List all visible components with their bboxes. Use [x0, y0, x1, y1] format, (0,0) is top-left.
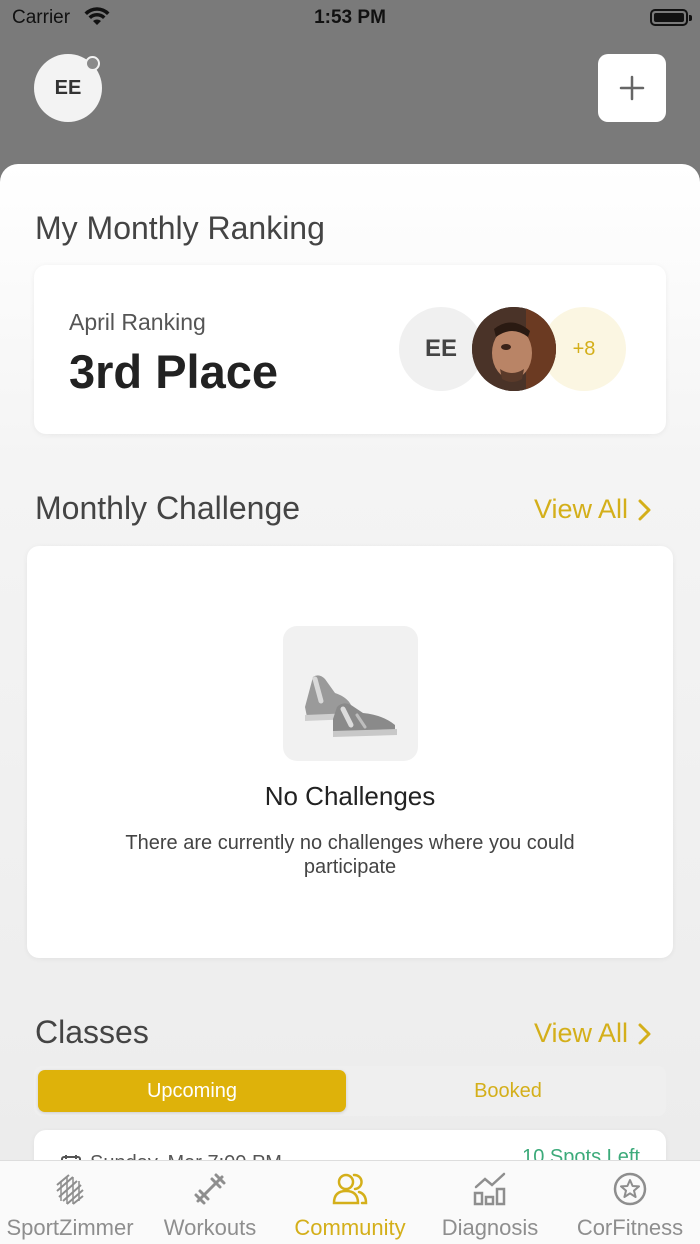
battery-icon [650, 9, 692, 26]
ranking-month-label: April Ranking [69, 309, 206, 335]
star-icon [613, 1172, 647, 1206]
tabbar-item-diagnosis[interactable]: Diagnosis [420, 1161, 560, 1244]
challenge-view-all-label: View All [533, 494, 628, 524]
chevron-right-icon [638, 499, 651, 520]
notification-dot [85, 56, 100, 71]
ranking-place: 3rd Place [69, 345, 279, 398]
tabbar-item-corfitness[interactable]: CorFitness [560, 1161, 700, 1244]
shoe-illustration [283, 626, 418, 761]
plus-icon [619, 75, 645, 101]
tabbar-item-workouts[interactable]: Workouts [140, 1161, 280, 1244]
add-button[interactable] [598, 54, 666, 122]
classes-section-title: Classes [35, 1014, 149, 1050]
empty-challenges-title: No Challenges [264, 781, 436, 811]
ranking-avatar-self: EE [399, 307, 483, 391]
tabbar-item-community[interactable]: Community [280, 1161, 420, 1244]
tab-booked[interactable]: Booked [354, 1070, 662, 1112]
ranking-more-label: +8 [572, 337, 596, 360]
community-icon [332, 1173, 368, 1205]
empty-challenges-description: There are currently no challenges where … [125, 832, 575, 878]
classes-view-all-label: View All [533, 1018, 628, 1048]
ranking-avatar-photo [472, 307, 556, 391]
sneakers-icon [304, 674, 397, 737]
challenge-section-title: Monthly Challenge [35, 490, 301, 526]
content-sheet: My Monthly Ranking April Ranking 3rd Pla… [0, 164, 700, 1190]
tabbar-label-community: Community [294, 1215, 406, 1240]
ranking-avatar-initials: EE [424, 335, 457, 362]
classes-segmented-control: Upcoming Booked [34, 1066, 666, 1116]
chevron-right-icon [638, 1023, 651, 1044]
status-bar: Carrier 1:53 PM [0, 0, 700, 36]
tab-upcoming[interactable]: Upcoming [38, 1070, 346, 1112]
tabbar-item-sportzimmer[interactable]: SportZimmer [0, 1161, 140, 1244]
dumbbell-icon [194, 1173, 226, 1205]
user-photo [472, 307, 556, 391]
chart-icon [473, 1172, 506, 1206]
ranking-section-title: My Monthly Ranking [35, 210, 325, 246]
profile-avatar[interactable]: EE [34, 54, 102, 122]
bottom-tab-bar: SportZimmer Workouts Community Diagnosis… [0, 1160, 700, 1244]
tabbar-label-sportzimmer: SportZimmer [6, 1215, 134, 1240]
status-time: 1:53 PM [314, 7, 386, 28]
challenge-view-all[interactable]: View All [534, 494, 652, 525]
tabbar-label-corfitness: CorFitness [576, 1215, 684, 1240]
challenge-card: No Challenges There are currently no cha… [27, 546, 673, 958]
ranking-card[interactable]: April Ranking 3rd Place EE +8 [34, 265, 666, 434]
tabbar-label-workouts: Workouts [163, 1215, 257, 1240]
profile-initials: EE [54, 76, 82, 99]
brand-icon [56, 1174, 84, 1205]
classes-view-all[interactable]: View All [534, 1018, 652, 1049]
tabbar-label-diagnosis: Diagnosis [441, 1215, 539, 1240]
